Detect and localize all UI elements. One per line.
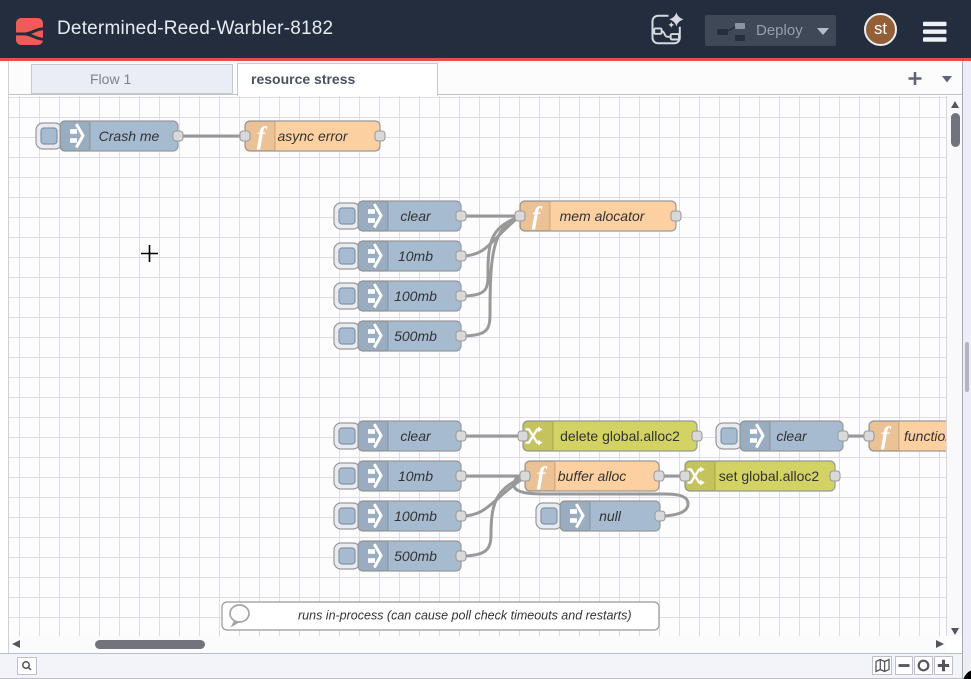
svg-text:null: null xyxy=(599,508,622,524)
svg-text:100mb: 100mb xyxy=(394,508,437,524)
svg-text:buffer alloc: buffer alloc xyxy=(558,468,626,484)
svg-text:10mb: 10mb xyxy=(398,248,433,264)
svg-text:10mb: 10mb xyxy=(398,468,433,484)
svg-text:function 1: function 1 xyxy=(904,428,946,444)
svg-text:mem alocator: mem alocator xyxy=(560,208,646,224)
svg-text:500mb: 500mb xyxy=(394,548,437,564)
svg-text:clear: clear xyxy=(400,208,432,224)
svg-text:set global.alloc2: set global.alloc2 xyxy=(719,468,820,484)
svg-text:500mb: 500mb xyxy=(394,328,437,344)
svg-text:async error: async error xyxy=(277,128,348,144)
svg-text:runs in-process (can cause pol: runs in-process (can cause poll check ti… xyxy=(298,609,631,623)
svg-text:clear: clear xyxy=(400,428,432,444)
svg-text:clear: clear xyxy=(776,428,808,444)
svg-text:100mb: 100mb xyxy=(394,288,437,304)
svg-text:Crash me: Crash me xyxy=(99,128,160,144)
svg-text:delete global.alloc2: delete global.alloc2 xyxy=(560,428,680,444)
